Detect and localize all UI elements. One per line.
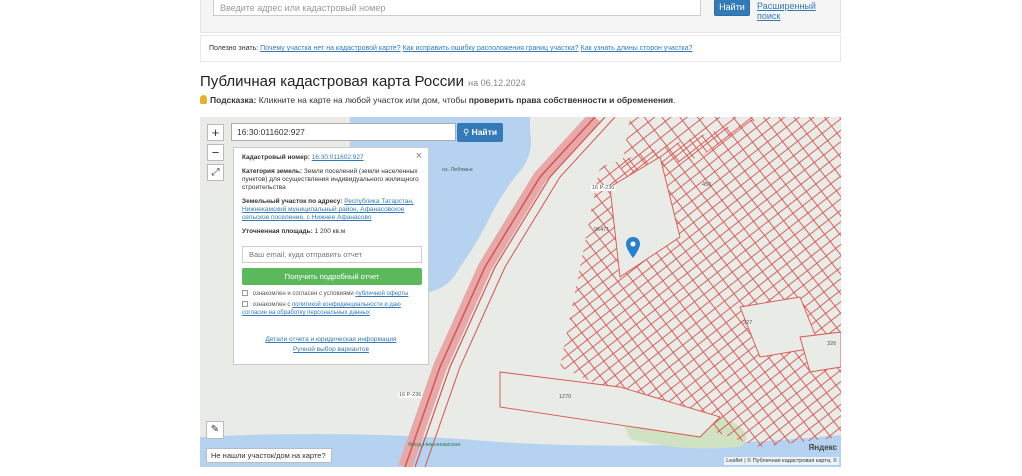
privacy-text: ознакомлен с bbox=[252, 302, 291, 308]
useful-info-bar: Полезно знать: Почему участка нет на кад… bbox=[200, 35, 841, 62]
top-search-panel: Найти Расширенный поиск bbox=[200, 0, 841, 33]
parcel-label-326: 326 bbox=[827, 341, 837, 347]
privacy-checkbox[interactable] bbox=[242, 301, 248, 307]
useful-prefix: Полезно знать: bbox=[209, 45, 259, 52]
parcel-label-450: 450 bbox=[702, 182, 712, 188]
page-title: Публичная кадастровая карта России на 06… bbox=[200, 73, 526, 90]
location-marker-icon[interactable] bbox=[626, 237, 640, 259]
offer-checkbox-row[interactable]: ознакомлен и согласен с условиями публич… bbox=[242, 290, 420, 298]
hint-text: Кликните на карте на любой участок или д… bbox=[258, 95, 467, 105]
zoom-out-button[interactable]: − bbox=[207, 144, 224, 161]
zoom-in-button[interactable]: + bbox=[207, 124, 224, 141]
address-search-input[interactable] bbox=[213, 0, 701, 16]
cadastral-label: Кадастровый номер: bbox=[242, 154, 310, 161]
why-no-parcel-link[interactable]: Почему участка нет на кадастровой карте? bbox=[260, 45, 401, 52]
fix-borders-link[interactable]: Как исправить ошибку расположения границ… bbox=[403, 45, 579, 52]
not-found-button[interactable]: Не нашли участок/дом на карте? bbox=[206, 448, 332, 463]
map-search-button-label: Найти bbox=[471, 127, 498, 137]
area-row: Уточненная площадь: 1 200 кв.м bbox=[242, 228, 420, 236]
cadastral-row: Кадастровый номер: 16:30:011602:927 bbox=[242, 154, 420, 162]
lightbulb-icon bbox=[200, 95, 207, 104]
category-label: Категория земель: bbox=[242, 168, 303, 175]
road-label-top: 16 Р-236 bbox=[591, 185, 616, 191]
close-icon[interactable]: × bbox=[416, 150, 422, 162]
map-search-input[interactable]: 16:30:011602:927 bbox=[231, 123, 456, 141]
address-row: Земельный участок по адресу: Республика … bbox=[242, 198, 420, 222]
offer-text: ознакомлен и согласен с условиями bbox=[252, 291, 354, 297]
privacy-checkbox-row[interactable]: ознакомлен с политикой конфиденциальност… bbox=[242, 301, 420, 317]
report-details-link[interactable]: Детали отчета и юридическая информация bbox=[265, 336, 396, 343]
area-value: 1 200 кв.м bbox=[314, 228, 346, 235]
get-report-button[interactable]: Получить подробный отчет bbox=[242, 268, 422, 285]
advanced-search-link[interactable]: Расширенный поиск bbox=[757, 1, 840, 21]
popup-links: Детали отчета и юридическая информация Р… bbox=[242, 335, 420, 355]
hint-end: . bbox=[673, 95, 676, 105]
page-title-date: на 06.12.2024 bbox=[468, 78, 526, 88]
cadastral-map[interactable]: + − ⤢ ✎ 16:30:011602:927 ⚲ Найти оз. Леб… bbox=[200, 117, 841, 467]
parcel-popup: × Кадастровый номер: 16:30:011602:927 Ка… bbox=[233, 147, 429, 365]
page-title-text: Публичная кадастровая карта России bbox=[200, 73, 464, 90]
category-row: Категория земель: Земли поселений (земли… bbox=[242, 168, 420, 192]
poi-label: Фонд Нижнекамская bbox=[408, 442, 461, 448]
address-label: Земельный участок по адресу: bbox=[242, 198, 343, 205]
road-label-bottom: 16 Р-236 bbox=[398, 392, 423, 398]
hint-bold: проверить права собственности и обремене… bbox=[468, 95, 674, 105]
side-lengths-link[interactable]: Как узнать длины сторон участка? bbox=[581, 45, 693, 52]
fullscreen-icon[interactable]: ⤢ bbox=[207, 164, 224, 181]
manual-selection-link[interactable]: Ручной выбор вариантов bbox=[293, 346, 369, 353]
lake-label: оз. Лебяжье bbox=[442, 167, 473, 173]
cadastral-number-link[interactable]: 16:30:011602:927 bbox=[312, 154, 364, 161]
search-icon: ⚲ bbox=[462, 127, 470, 137]
parcel-label-96471: 96471 bbox=[594, 227, 610, 233]
zoom-controls: + − bbox=[207, 124, 224, 164]
hint-label: Подсказка: bbox=[210, 95, 257, 105]
hint-line: Подсказка: Кликните на карте на любой уч… bbox=[200, 95, 676, 105]
ruler-icon[interactable]: ✎ bbox=[206, 421, 224, 439]
map-attribution: Leaflet | © Публичная кадастровая карта,… bbox=[724, 457, 839, 465]
parcel-label-1270: 1270 bbox=[559, 394, 572, 400]
map-search-button[interactable]: ⚲ Найти bbox=[457, 123, 503, 142]
parcel-label-327: 327 bbox=[743, 320, 753, 326]
offer-checkbox[interactable] bbox=[242, 290, 248, 296]
area-label: Уточненная площадь: bbox=[242, 228, 313, 235]
offer-link[interactable]: публичной оферты bbox=[355, 291, 408, 297]
yandex-logo: Яндекс bbox=[808, 443, 837, 452]
search-button[interactable]: Найти bbox=[714, 0, 750, 16]
email-field[interactable] bbox=[242, 246, 422, 263]
